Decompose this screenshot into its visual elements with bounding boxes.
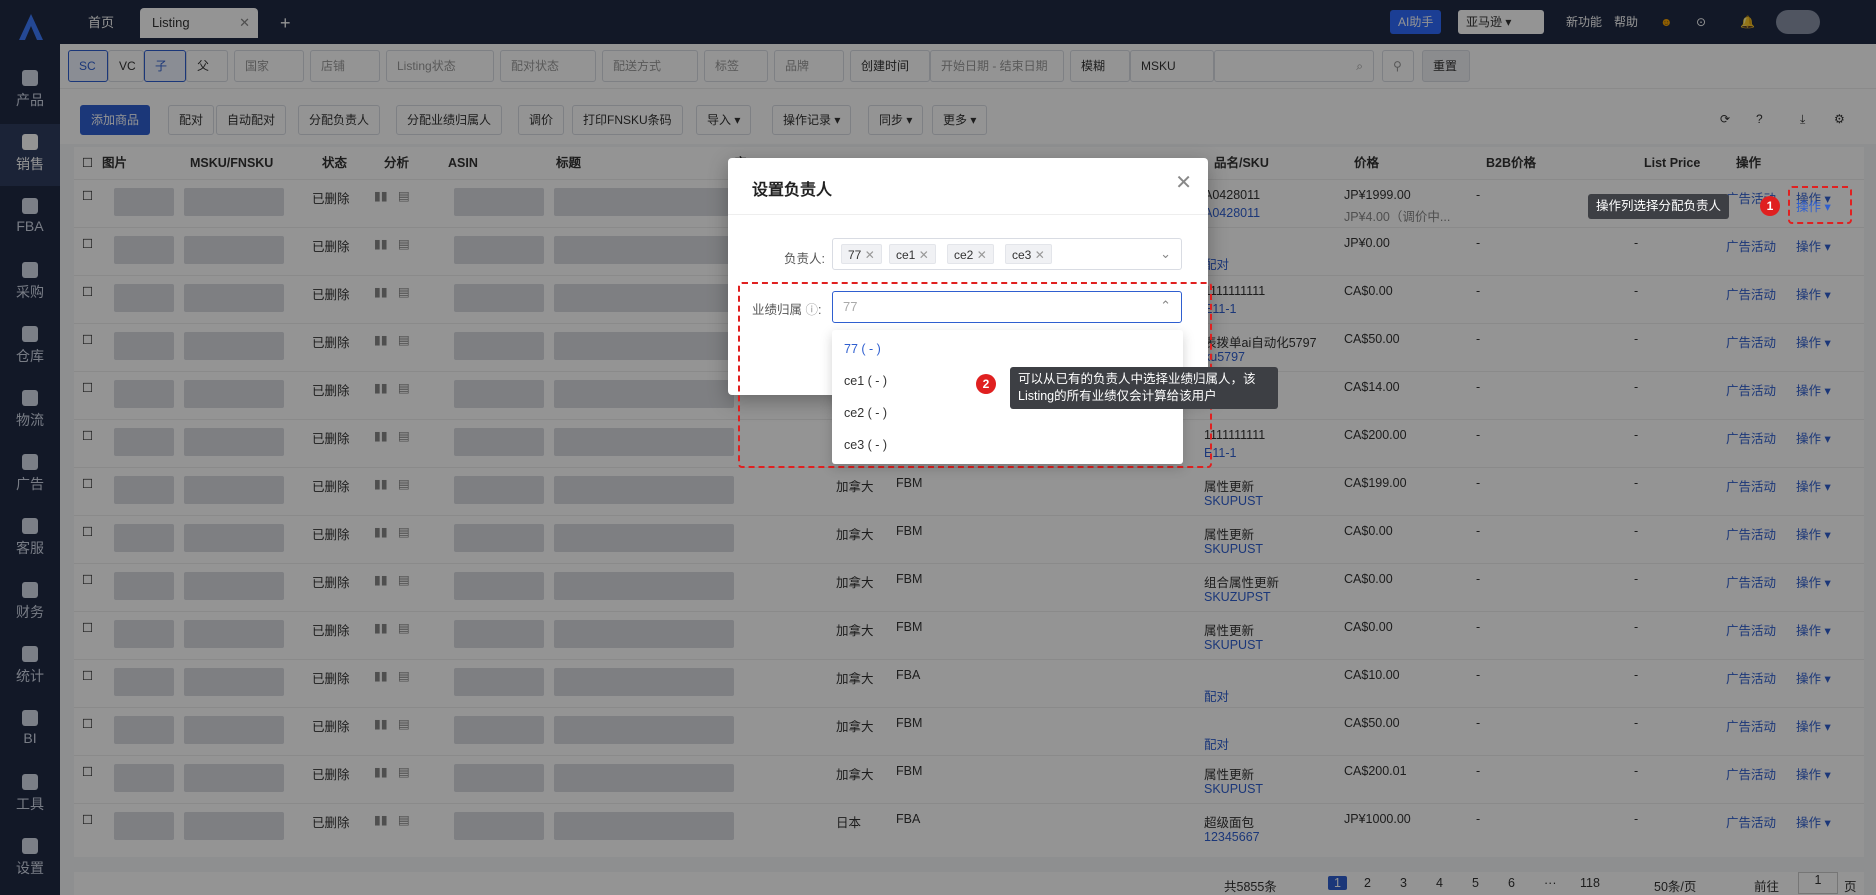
- dropdown-option[interactable]: ce3 ( - ): [844, 438, 887, 452]
- row-op-button-highlighted[interactable]: 操作 ▾: [1796, 196, 1831, 215]
- chevron-down-icon: ⌄: [1160, 246, 1171, 261]
- close-icon[interactable]: ✕: [1175, 170, 1192, 195]
- remove-icon[interactable]: ✕: [919, 248, 929, 262]
- dialog-title: 设置负责人: [752, 182, 833, 199]
- step2-badge: 2: [976, 374, 996, 394]
- tooltip-step1: 操作列选择分配负责人: [1588, 194, 1730, 219]
- dialog-divider: [728, 214, 1208, 215]
- owner-chip[interactable]: ce2 ✕: [947, 244, 994, 264]
- owner-label: 负责人:: [784, 252, 825, 266]
- step1-badge: 1: [1760, 196, 1780, 216]
- dropdown-option[interactable]: 77 ( - ): [844, 342, 881, 356]
- owner-chip-label: 77: [848, 248, 862, 262]
- dropdown-option[interactable]: ce1 ( - ): [844, 374, 887, 388]
- remove-icon[interactable]: ✕: [1035, 248, 1045, 262]
- owner-chip[interactable]: 77 ✕: [841, 244, 882, 264]
- owner-chip-label: ce2: [954, 248, 974, 262]
- tooltip-step2: 可以从已有的负责人中选择业绩归属人，该Listing的所有业绩仅会计算给该用户: [1010, 367, 1278, 409]
- remove-icon[interactable]: ✕: [865, 248, 875, 262]
- op-label: 操作: [1796, 200, 1822, 214]
- owner-multiselect[interactable]: 77 ✕ ce1 ✕ ce2 ✕ ce3 ✕ ⌄: [832, 238, 1182, 270]
- owner-chip-label: ce1: [896, 248, 916, 262]
- remove-icon[interactable]: ✕: [977, 248, 987, 262]
- dropdown-option[interactable]: ce2 ( - ): [844, 406, 887, 420]
- owner-chip[interactable]: ce1 ✕: [889, 244, 936, 264]
- owner-chip-label: ce3: [1012, 248, 1032, 262]
- owner-chip[interactable]: ce3 ✕: [1005, 244, 1052, 264]
